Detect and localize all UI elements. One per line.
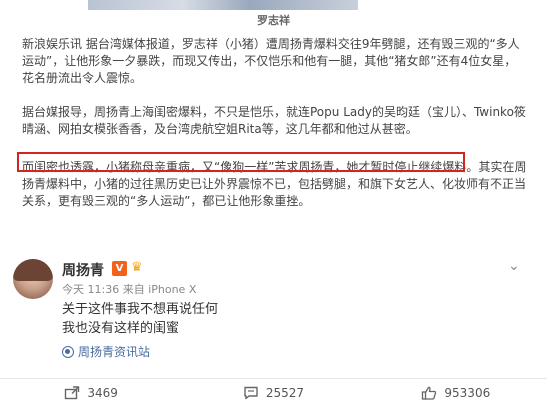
comment-icon [244,386,258,400]
avatar[interactable] [13,259,53,299]
post-text: 关于这件事我不想再说任何 我也没有这样的闺蜜 [62,300,218,338]
like-button[interactable]: 953306 [365,379,547,407]
weibo-post: 周扬青 V ♛ ⌄ 今天 11:36 来自 iPhone X 关于这件事我不想再… [0,250,547,407]
article-paragraph-2: 据台媒报导，周扬青上海闺密爆料，不只是恺乐，就连Popu Lady的吴昀廷（宝儿… [22,105,526,136]
location-pin-icon [62,345,74,358]
repost-icon [65,386,80,400]
chevron-down-icon[interactable]: ⌄ [508,258,520,274]
source-label: 周扬青资讯站 [78,345,151,359]
post-username[interactable]: 周扬青 [62,260,104,280]
post-meta: 今天 11:36 来自 iPhone X [62,283,197,296]
post-text-line-2: 我也没有这样的闺蜜 [62,321,180,336]
vip-badge-icon: V [112,261,127,276]
news-article: 罗志祥 新浪娱乐讯 据台湾媒体报道，罗志祥（小猪）遭周扬青爆料交往9年劈腿，还有… [0,0,547,250]
article-paragraph-1: 新浪娱乐讯 据台湾媒体报道，罗志祥（小猪）遭周扬青爆料交往9年劈腿，还有毁三观的… [22,37,520,85]
source-link[interactable]: 周扬青资讯站 [62,343,150,360]
comment-count: 25527 [265,386,305,400]
crown-icon: ♛ [131,260,143,275]
thumbs-up-icon [422,386,437,400]
like-count: 953306 [444,386,491,400]
comment-button[interactable]: 25527 [182,379,364,407]
photo-caption: 罗志祥 [257,14,290,27]
highlight-box [17,152,465,172]
repost-button[interactable]: 3469 [0,379,182,407]
article-photo [88,0,358,10]
post-text-line-1: 关于这件事我不想再说任何 [62,302,219,317]
action-bar: 3469 25527 953306 [0,378,547,407]
repost-count: 3469 [87,386,118,400]
